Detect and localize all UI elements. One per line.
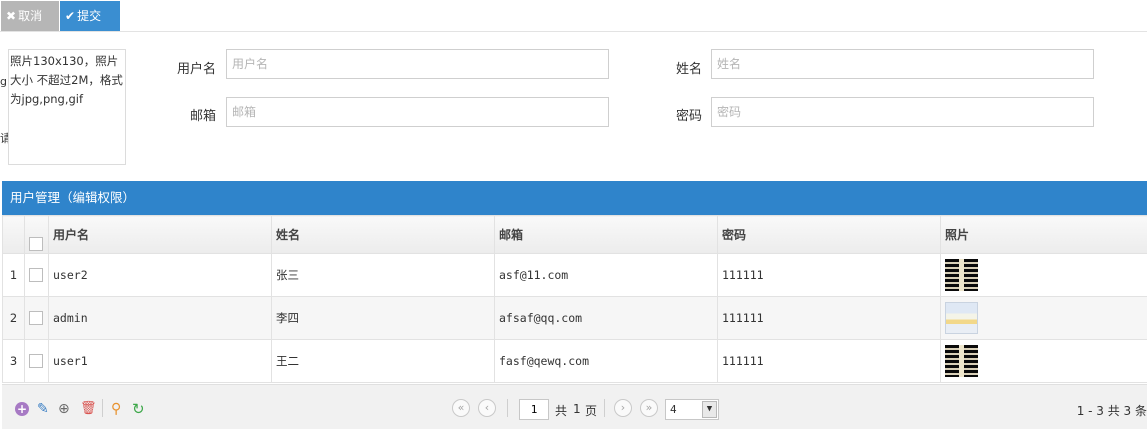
cell-name: 李四: [271, 296, 495, 340]
pencil-icon[interactable]: ✎: [37, 402, 51, 416]
page-size-value: 4: [670, 403, 677, 416]
cell-password: 111111: [717, 296, 941, 340]
cell-name: 张三: [271, 253, 495, 297]
page-number-input[interactable]: [519, 399, 549, 420]
name-input[interactable]: [711, 49, 1094, 79]
row-checkbox[interactable]: [29, 354, 43, 369]
row-number: 2: [2, 296, 25, 340]
screenshot-thumbnail-icon[interactable]: [945, 302, 978, 334]
select-all-cell: [24, 215, 49, 254]
cell-password: 111111: [717, 253, 941, 297]
row-number: 3: [2, 339, 25, 383]
add-icon[interactable]: +: [15, 402, 29, 416]
clipped-text-fragment: g: [0, 75, 7, 88]
email-input[interactable]: [226, 97, 609, 127]
column-header-photo[interactable]: 照片: [940, 215, 1147, 254]
table-row[interactable]: 1 user2 张三 asf@11.com 111111: [2, 253, 1147, 297]
photo-upload-box[interactable]: 照片130x130，照片大小 不超过2M，格式为jpg,png,gif: [8, 49, 126, 165]
pagination-bar: + ✎ ⊕ 🗑 ⚲ ↻ « ‹ 共 1 页 › » 4 ▼ 1 - 3 共 3 …: [2, 384, 1147, 429]
email-label: 邮箱: [189, 109, 216, 124]
cell-username: admin: [48, 296, 272, 340]
submit-label: 提交: [77, 9, 102, 23]
record-count-info: 1 - 3 共 3 条: [1076, 404, 1147, 418]
rownum-header: [2, 215, 25, 254]
row-number: 1: [2, 253, 25, 297]
cell-photo: [940, 253, 1147, 297]
last-page-icon[interactable]: »: [640, 399, 658, 417]
cancel-button[interactable]: ✖ 取消: [1, 1, 59, 31]
zoom-icon[interactable]: ⊕: [58, 402, 72, 416]
row-select-cell: [24, 339, 49, 383]
row-checkbox[interactable]: [29, 311, 43, 326]
total-pages-suffix: 页: [585, 404, 598, 418]
table-header-row: 用户名 姓名 邮箱 密码 照片: [2, 215, 1147, 254]
row-select-cell: [24, 296, 49, 340]
cell-name: 王二: [271, 339, 495, 383]
cell-username: user2: [48, 253, 272, 297]
name-label: 姓名: [675, 62, 702, 77]
next-page-icon[interactable]: ›: [614, 399, 632, 417]
search-icon[interactable]: ⚲: [111, 402, 125, 416]
password-input[interactable]: [711, 97, 1094, 127]
total-pages: 1: [573, 402, 581, 416]
xray-thumbnail-icon[interactable]: [945, 345, 978, 377]
row-select-cell: [24, 253, 49, 297]
cell-email[interactable]: fasf@qewq.com: [494, 339, 718, 383]
first-page-icon[interactable]: «: [452, 399, 470, 417]
user-table: 用户名 姓名 邮箱 密码 照片 1 user2 张三 asf@11.com 11…: [2, 215, 1147, 383]
column-header-username[interactable]: 用户名: [48, 215, 272, 254]
password-label: 密码: [675, 109, 702, 124]
refresh-icon[interactable]: ↻: [132, 402, 146, 417]
row-checkbox[interactable]: [29, 268, 43, 283]
column-header-name[interactable]: 姓名: [271, 215, 495, 254]
table-row[interactable]: 3 user1 王二 fasf@qewq.com 111111: [2, 339, 1147, 383]
cell-email[interactable]: asf@11.com: [494, 253, 718, 297]
table-row[interactable]: 2 admin 李四 afsaf@qq.com 111111: [2, 296, 1147, 340]
pager-divider: [507, 399, 508, 417]
cell-password: 111111: [717, 339, 941, 383]
close-icon: ✖: [6, 9, 17, 23]
cell-photo: [940, 296, 1147, 340]
cell-username: user1: [48, 339, 272, 383]
xray-thumbnail-icon[interactable]: [945, 259, 978, 291]
check-icon: ✔: [65, 9, 76, 23]
submit-button[interactable]: ✔ 提交: [60, 1, 120, 31]
select-all-checkbox[interactable]: [29, 237, 43, 251]
username-input[interactable]: [226, 49, 609, 79]
trash-icon[interactable]: 🗑: [80, 402, 97, 416]
toolbar-divider: [102, 399, 103, 417]
photo-hint: 照片130x130，照片大小 不超过2M，格式为jpg,png,gif: [10, 54, 123, 106]
column-header-email[interactable]: 邮箱: [494, 215, 718, 254]
chevron-down-icon[interactable]: ▼: [702, 401, 717, 418]
prev-page-icon[interactable]: ‹: [478, 399, 496, 417]
page-size-select[interactable]: 4 ▼: [665, 399, 719, 420]
pager-divider: [604, 399, 605, 417]
username-label: 用户名: [176, 62, 216, 77]
total-pages-prefix: 共: [555, 404, 568, 418]
cell-photo: [940, 339, 1147, 383]
cancel-label: 取消: [18, 9, 43, 23]
cell-email[interactable]: afsaf@qq.com: [494, 296, 718, 340]
grid-title: 用户管理（编辑权限）: [2, 181, 1147, 215]
toolbar: ✖ 取消 ✔ 提交: [0, 0, 1147, 32]
column-header-password[interactable]: 密码: [717, 215, 941, 254]
